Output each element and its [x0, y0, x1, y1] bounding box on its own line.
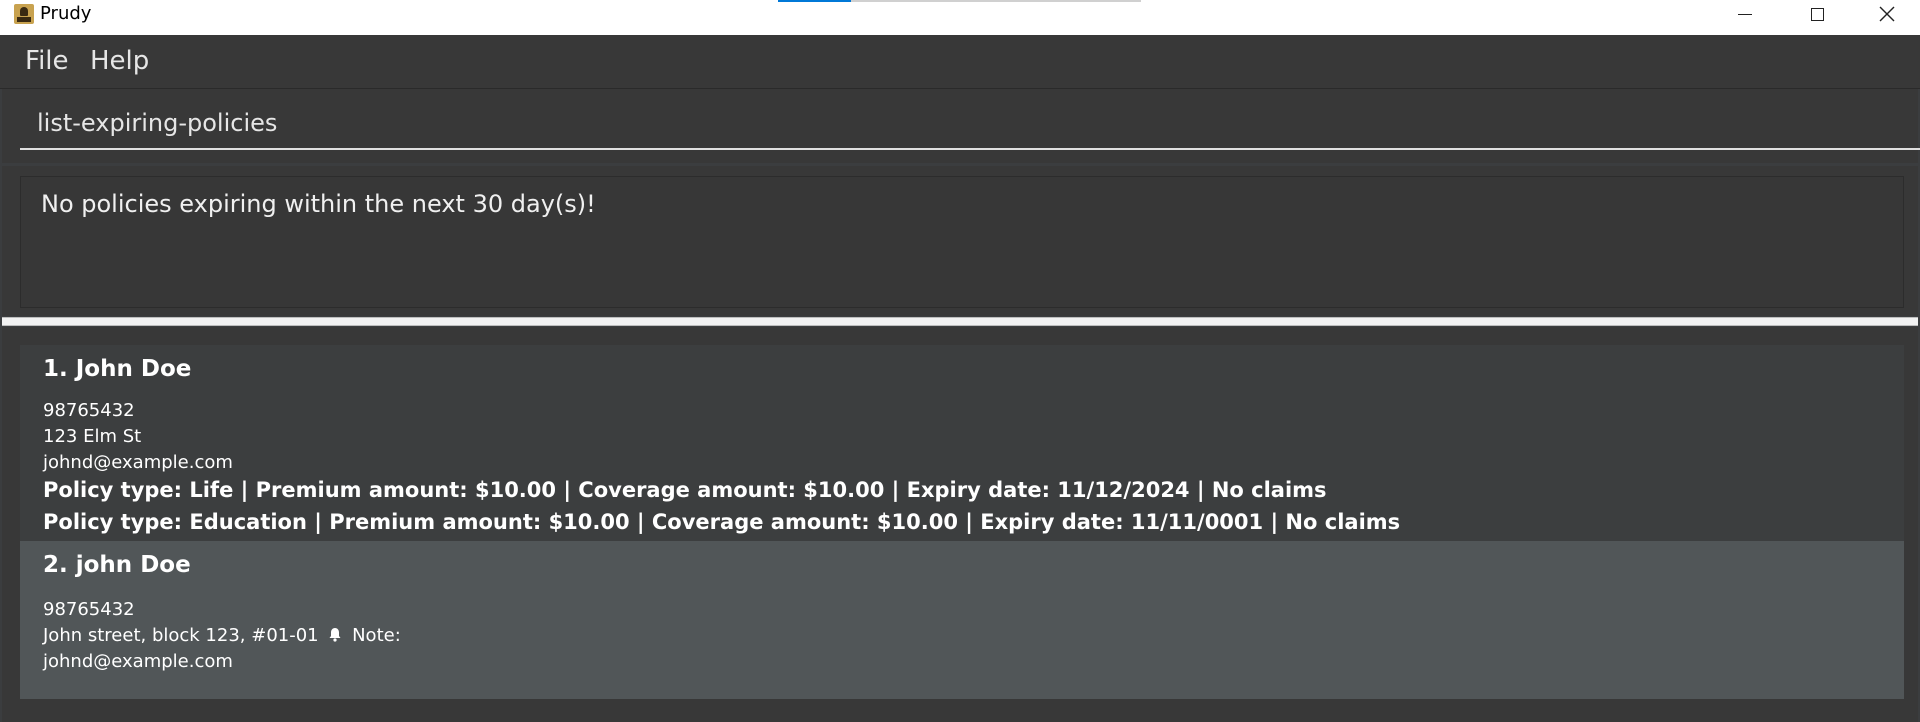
result-display[interactable]: No policies expiring within the next 30 … — [20, 176, 1904, 308]
window-title-bar: Prudy — [0, 0, 1920, 35]
client-address: 123 Elm St — [43, 426, 142, 447]
client-card[interactable]: 1. John Doe 98765432 123 Elm St johnd@ex… — [20, 345, 1904, 541]
client-email: johnd@example.com — [43, 452, 233, 473]
minimize-button[interactable] — [1710, 0, 1780, 28]
policy-entry: Policy type: Life | Premium amount: $10.… — [43, 478, 1327, 502]
close-button[interactable] — [1852, 0, 1920, 28]
close-icon — [1879, 6, 1895, 22]
result-display-area: No policies expiring within the next 30 … — [2, 166, 1918, 316]
client-card[interactable]: 2. john Doe 98765432 John street, block … — [20, 541, 1904, 699]
maximize-icon — [1810, 7, 1824, 21]
title-accent-bar-secondary — [851, 0, 1141, 2]
client-name: 2. john Doe — [43, 552, 191, 578]
window-title: Prudy — [40, 3, 92, 24]
panel-divider[interactable] — [2, 317, 1918, 326]
result-message: No policies expiring within the next 30 … — [41, 190, 596, 218]
menu-help[interactable]: Help — [90, 46, 149, 76]
minimize-icon — [1738, 13, 1752, 15]
command-box — [2, 89, 1920, 163]
client-phone: 98765432 — [43, 400, 135, 421]
client-name: 1. John Doe — [43, 356, 192, 382]
menu-bar: File Help — [0, 35, 1920, 89]
client-note-label: Note: — [352, 625, 401, 646]
menu-file[interactable]: File — [25, 46, 69, 76]
app-icon — [14, 4, 34, 24]
maximize-button[interactable] — [1782, 0, 1852, 28]
client-phone: 98765432 — [43, 599, 135, 620]
client-email: johnd@example.com — [43, 651, 233, 672]
title-accent-bar — [778, 0, 851, 2]
client-list: 1. John Doe 98765432 123 Elm St johnd@ex… — [2, 327, 1918, 722]
policy-entry: Policy type: Education | Premium amount:… — [43, 510, 1401, 534]
command-input[interactable] — [20, 104, 1920, 150]
client-address-row: John street, block 123, #01-01 Note: — [43, 625, 401, 646]
client-address: John street, block 123, #01-01 — [43, 625, 319, 646]
bell-icon — [329, 628, 341, 642]
